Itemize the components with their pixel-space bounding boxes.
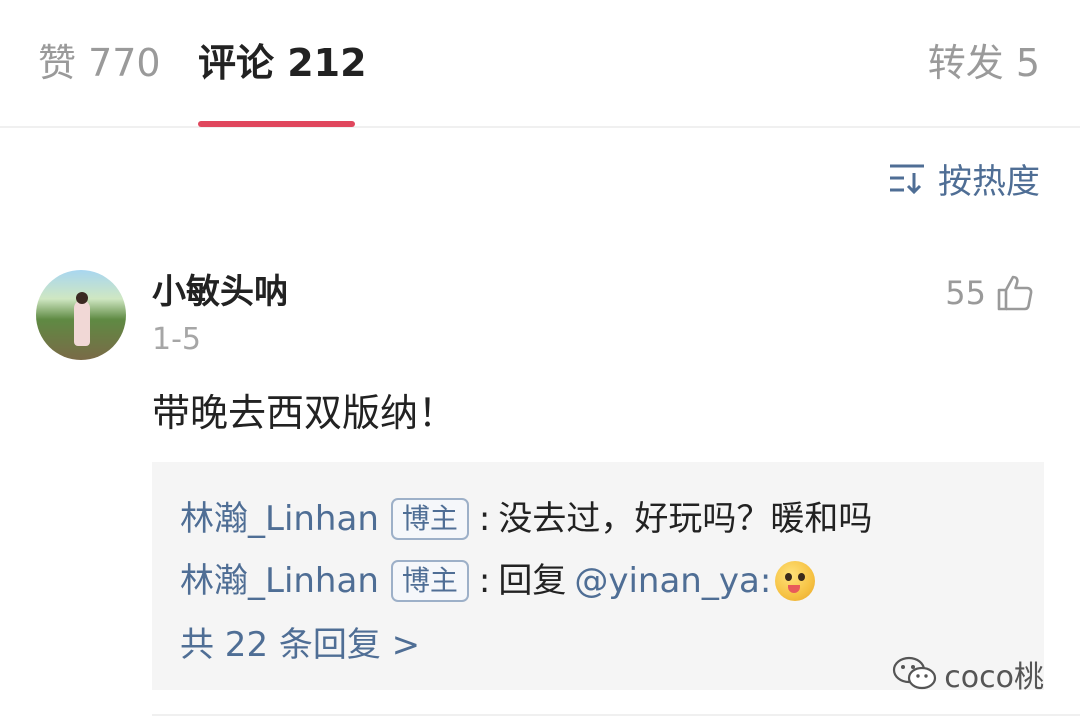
watermark: coco桃	[892, 652, 1044, 696]
reply-item[interactable]: 林瀚_Linhan 博主 : 没去过，好玩吗？暖和吗	[180, 496, 872, 542]
tab-comments[interactable]: 评论 212	[198, 38, 367, 88]
sort-icon	[890, 164, 924, 195]
divider	[152, 714, 1080, 716]
reply-author[interactable]: 林瀚_Linhan	[180, 496, 379, 542]
reply-colon: :	[478, 561, 491, 601]
like-count: 55	[945, 274, 986, 312]
sort-by-hot-button[interactable]: 按热度	[888, 155, 1040, 202]
active-tab-indicator	[198, 121, 355, 127]
reply-colon: :	[478, 499, 491, 539]
sort-label: 按热度	[938, 161, 1040, 202]
reply-author[interactable]: 林瀚_Linhan	[180, 558, 379, 604]
watermark-text: coco桃	[944, 660, 1044, 695]
comment-text: 带晚去西双版纳！	[152, 391, 457, 435]
view-all-replies-link[interactable]: 共 22 条回复 >	[180, 622, 420, 668]
thumbs-up-icon	[997, 275, 1033, 311]
comment-date: 1-5	[152, 322, 201, 357]
author-badge: 博主	[390, 560, 469, 602]
mention-link[interactable]: @yinan_ya:	[574, 558, 771, 604]
comment-username[interactable]: 小敏头呐	[152, 268, 288, 316]
tab-bar: 赞 770 评论 212 转发 5	[0, 0, 1080, 128]
avatar[interactable]	[36, 270, 126, 360]
author-badge: 博主	[390, 498, 469, 540]
tab-likes[interactable]: 赞 770	[38, 38, 161, 88]
reply-text: 回复	[498, 561, 567, 601]
like-button[interactable]: 55	[945, 270, 1034, 316]
tab-shares[interactable]: 转发 5	[928, 38, 1040, 88]
reply-text: 没去过，好玩吗？暖和吗	[498, 499, 873, 539]
wechat-icon	[893, 656, 937, 690]
tongue-out-face-emoji	[775, 561, 816, 601]
reply-item[interactable]: 林瀚_Linhan 博主 : 回复 @yinan_ya:	[180, 558, 816, 604]
